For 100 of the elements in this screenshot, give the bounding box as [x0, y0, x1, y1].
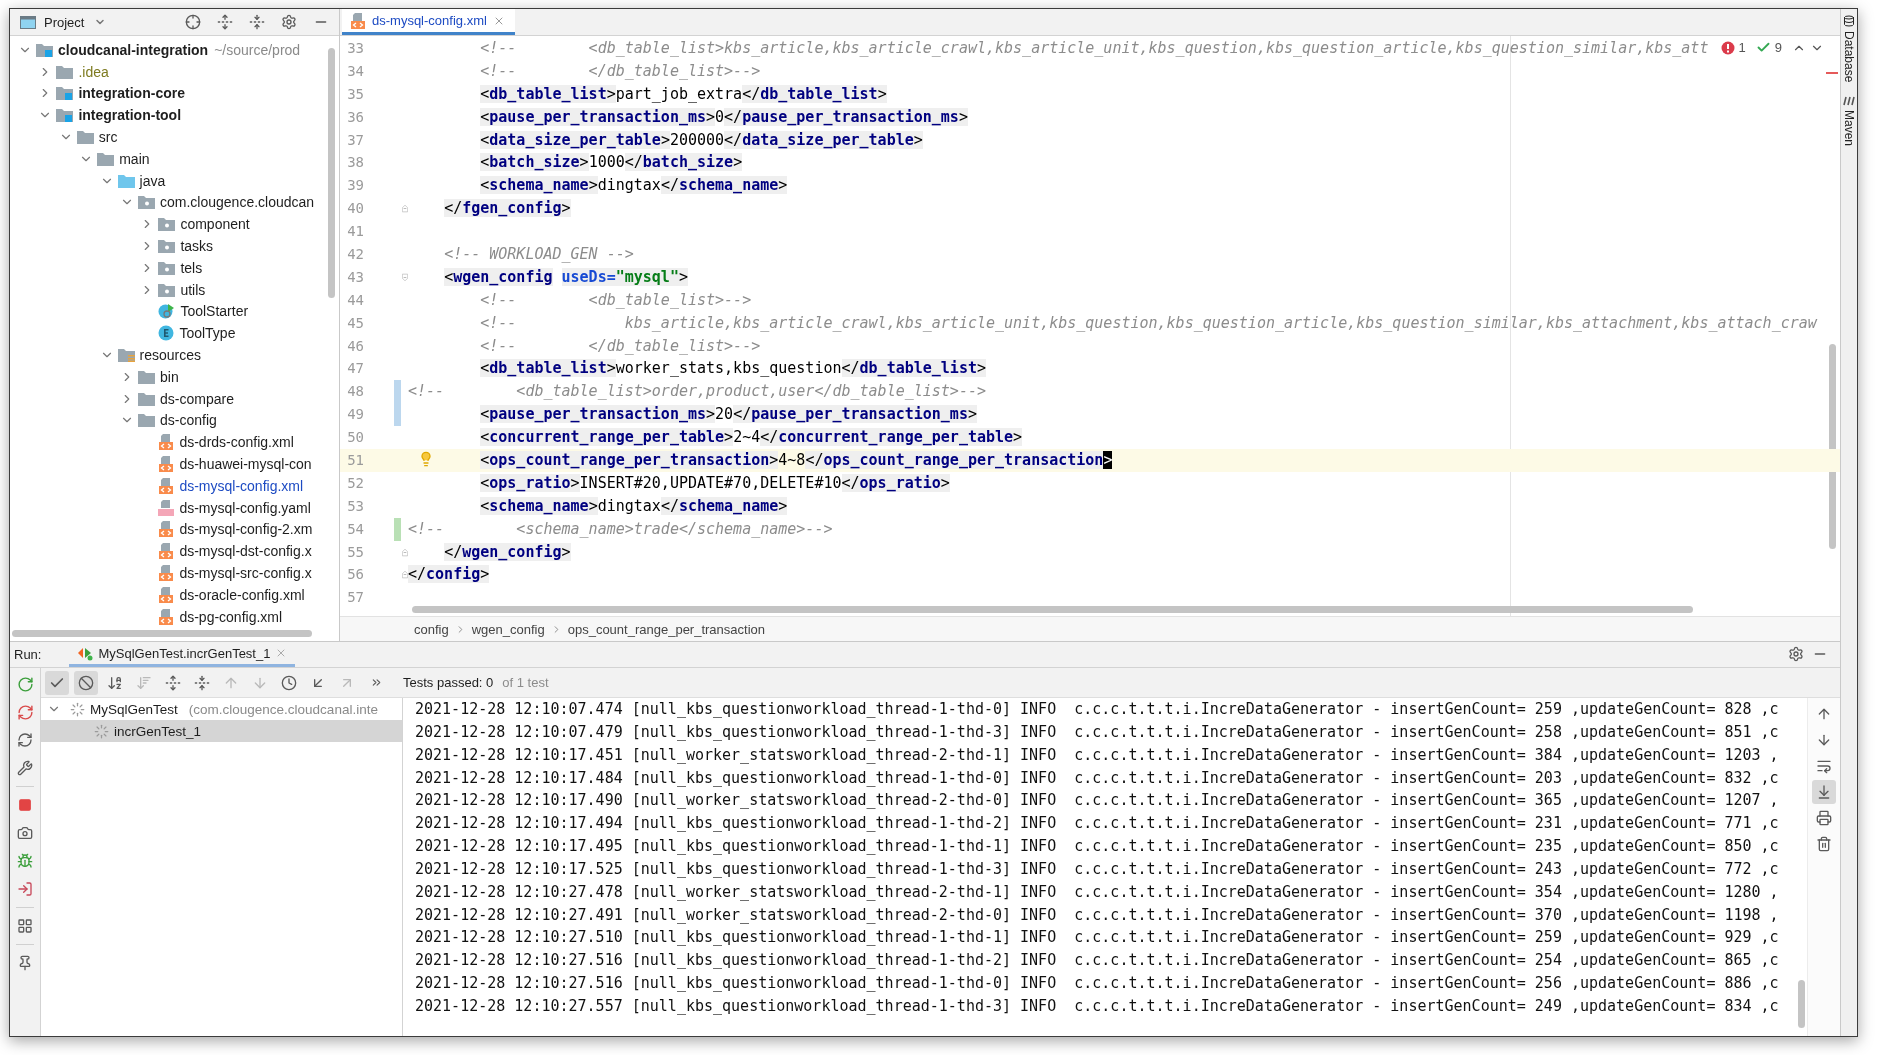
- console-line: 2021-12-28 12:10:07.474 [null_kbs_questionworkload_thread-1-thd-0] INFO c.c.c.t.t.t.i.IncreDataGenerator - insertGenCount= 259 ,updateGenCount= 828 ,c: [415, 699, 1780, 720]
- breadcrumb[interactable]: wgen_config: [471, 621, 545, 637]
- code-line: <pause_per_transaction_ms>0</pause_per_transaction_ms>: [479, 106, 968, 128]
- package-folder-icon: [158, 217, 176, 232]
- trash-icon: [1816, 836, 1832, 852]
- tree-item[interactable]: ds-huawei-mysql-con: [179, 456, 312, 473]
- code-line: <db_table_list>worker_stats,kbs_question</db_table_list>: [479, 358, 986, 380]
- tree-item[interactable]: ds-mysql-config.xml: [179, 477, 304, 494]
- code-line: <!-- <db_table_list>order,product,user</db_table_list>-->: [408, 381, 986, 403]
- tree-item[interactable]: main: [119, 150, 150, 167]
- collapse-all-icon: [194, 674, 210, 691]
- line-number: 48: [346, 382, 364, 402]
- fold-marker-icon[interactable]: [402, 569, 408, 581]
- scrollbar-thumb[interactable]: [328, 48, 335, 298]
- tree-item[interactable]: cloudcanal-integration: [58, 41, 209, 58]
- change-marker[interactable]: [394, 517, 401, 541]
- clock-icon: [281, 674, 297, 691]
- toolbar-button[interactable]: [74, 670, 98, 695]
- check-icon[interactable]: [1755, 40, 1771, 55]
- code-line: <concurrent_range_per_table>2~4</concurrent_range_per_table>: [479, 427, 1023, 449]
- tree-item[interactable]: ds-config: [160, 412, 217, 429]
- breadcrumb[interactable]: config: [414, 621, 449, 637]
- scrollbar-thumb[interactable]: [12, 630, 312, 637]
- change-marker[interactable]: [394, 403, 401, 427]
- tree-item[interactable]: com.clougence.cloudcan: [160, 194, 315, 211]
- tree-item[interactable]: src: [98, 129, 118, 146]
- tree-item[interactable]: resources: [139, 347, 202, 364]
- tree-item[interactable]: ds-mysql-dst-config.x: [179, 543, 312, 560]
- tree-item[interactable]: ds-oracle-config.xml: [179, 586, 305, 603]
- tree-item[interactable]: ds-compare: [160, 390, 234, 407]
- tree-item[interactable]: ToolType: [179, 325, 236, 342]
- scroll-to-end-icon: [1816, 784, 1832, 800]
- line-number: 37: [346, 130, 364, 150]
- xml-file-icon: [158, 565, 175, 581]
- tree-item[interactable]: tasks: [180, 238, 214, 255]
- tree-item[interactable]: ds-mysql-config.yaml: [179, 499, 311, 516]
- console-line: 2021-12-28 12:10:07.479 [null_kbs_questionworkload_thread-1-thd-3] INFO c.c.c.t.t.t.i.IncreDataGenerator - insertGenCount= 258 ,updateGenCount= 851 ,c: [415, 721, 1780, 743]
- test-run-icon: [77, 645, 94, 661]
- code-line: <pause_per_transaction_ms>20</pause_per_transaction_ms>: [479, 404, 977, 426]
- tree-item[interactable]: java: [139, 172, 166, 189]
- console-line: 2021-12-28 12:10:17.484 [null_kbs_questionworkload_thread-1-thd-0] INFO c.c.c.t.t.t.i.IncreDataGenerator - insertGenCount= 203 ,updateGenCount= 832 ,c: [415, 767, 1780, 789]
- line-number: 45: [346, 313, 364, 333]
- package-folder-icon: [158, 239, 176, 254]
- tree-item[interactable]: ds-drds-config.xml: [179, 434, 294, 451]
- console-line: 2021-12-28 12:10:17.494 [null_kbs_questionworkload_thread-1-thd-2] INFO c.c.c.t.t.t.i.IncreDataGenerator - insertGenCount= 231 ,updateGenCount= 771 ,c: [415, 813, 1780, 835]
- folder-icon: [117, 173, 135, 188]
- scrollbar-thumb[interactable]: [1829, 344, 1836, 549]
- test-row[interactable]: incrGenTest_1: [41, 720, 402, 742]
- editor-tab[interactable]: ds-mysql-config.xml: [342, 9, 515, 35]
- folder-icon: [56, 64, 74, 79]
- tree-item[interactable]: utils: [180, 281, 206, 298]
- tool-window-button[interactable]: Maven: [1842, 96, 1856, 147]
- line-number: 36: [346, 107, 364, 127]
- tree-item[interactable]: integration-core: [78, 85, 185, 102]
- line-number: 35: [346, 84, 364, 104]
- package-folder-icon: [158, 260, 176, 275]
- test-row[interactable]: MySqlGenTest (com.clougence.cloudcanal.inte: [41, 698, 402, 720]
- tree-item[interactable]: .idea: [78, 63, 109, 80]
- tree-item[interactable]: ds-mysql-config-2.xm: [179, 521, 313, 538]
- change-marker[interactable]: [394, 380, 401, 404]
- package-folder-icon: [138, 195, 155, 210]
- line-number: 40: [346, 199, 364, 219]
- xml-file-icon: [158, 521, 175, 538]
- project-view-icon: [20, 15, 36, 29]
- line-number: 41: [346, 222, 364, 242]
- scrollbar-thumb[interactable]: [1798, 980, 1805, 1028]
- line-number: 44: [346, 290, 364, 310]
- error-icon[interactable]: [1720, 40, 1735, 55]
- tree-item[interactable]: bin: [160, 368, 179, 385]
- path-hint: ~/source/prod: [214, 41, 301, 58]
- toolbar-button[interactable]: [45, 670, 69, 695]
- module-folder-icon: [56, 86, 74, 101]
- console-line: 2021-12-28 12:10:27.478 [null_worker_statsworkload_thread-2-thd-1] INFO c.c.c.t.t.t.i.IncreDataGenerator - insertGenCount= 354 ,updateGenCount= 1280 ,: [415, 881, 1780, 903]
- project-view-dropdown[interactable]: Project: [44, 14, 107, 30]
- spinner-icon: [94, 723, 109, 739]
- scrollbar-thumb[interactable]: [412, 606, 1693, 613]
- tree-item[interactable]: ToolStarter: [180, 303, 249, 320]
- breadcrumb[interactable]: ops_count_range_per_transaction: [567, 621, 765, 637]
- tool-window-button[interactable]: Database: [1842, 15, 1856, 83]
- fold-marker-icon[interactable]: [402, 546, 408, 558]
- xml-file-icon: [158, 477, 175, 494]
- toolbar-button[interactable]: [1812, 780, 1836, 804]
- fold-marker-icon[interactable]: [402, 203, 408, 215]
- tree-item[interactable]: ds-mysql-src-config.x: [179, 565, 312, 581]
- tree-item[interactable]: ds-pg-config.xml: [179, 608, 283, 625]
- xml-file-icon: [350, 12, 366, 29]
- code-line: <!-- <schema_name>trade</schema_name>-->: [408, 518, 833, 540]
- console-line: 2021-12-28 12:10:27.557 [null_kbs_questionworkload_thread-1-thd-3] INFO c.c.c.t.t.t.i.IncreDataGenerator - insertGenCount= 249 ,updateGenCount= 834 ,c: [415, 995, 1780, 1017]
- line-number: 51: [346, 451, 364, 471]
- fold-marker-icon[interactable]: [402, 271, 408, 283]
- code-line: <wgen_config useDs="mysql">: [443, 266, 688, 288]
- code-line: <schema_name>dingtax</schema_name>: [479, 495, 788, 517]
- test-status: Tests passed: 0: [403, 675, 494, 690]
- tree-item[interactable]: component: [180, 216, 250, 233]
- code-line: <!-- WORKLOAD_GEN -->: [443, 244, 634, 265]
- line-number: 42: [346, 245, 364, 264]
- tree-item[interactable]: tels: [180, 259, 203, 276]
- console-line: 2021-12-28 12:10:27.516 [null_kbs_questionworkload_thread-1-thd-0] INFO c.c.c.t.t.t.i.IncreDataGenerator - insertGenCount= 256 ,updateGenCount= 886 ,c: [415, 973, 1780, 995]
- tree-item[interactable]: integration-tool: [78, 107, 182, 124]
- database-icon: [1843, 15, 1855, 27]
